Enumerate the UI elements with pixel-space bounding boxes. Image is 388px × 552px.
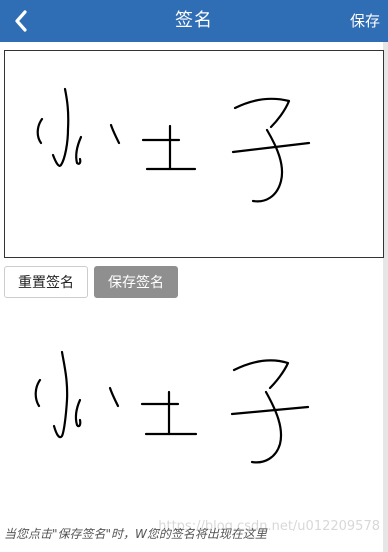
preview-xiao: [34, 350, 120, 439]
signature-pad[interactable]: [4, 50, 384, 258]
handwriting-zi: [231, 97, 311, 203]
header-save-button[interactable]: 保存: [350, 0, 380, 42]
handwriting-wang: [141, 124, 197, 171]
preview-wang: [140, 390, 198, 436]
reset-signature-button[interactable]: 重置签名: [4, 266, 88, 298]
preview-zi: [230, 359, 310, 464]
signature-strokes: [36, 87, 311, 203]
preview-caption: 当您点击"保存签名"时，W您的签名将出现在这里: [4, 527, 267, 541]
preview-strokes: [34, 350, 310, 464]
save-signature-button[interactable]: 保存签名: [94, 266, 178, 298]
signature-preview: [4, 330, 384, 480]
handwriting-xiao: [36, 87, 121, 167]
page-title: 签名: [175, 10, 213, 31]
top-bar: 签名 保存: [0, 0, 388, 42]
